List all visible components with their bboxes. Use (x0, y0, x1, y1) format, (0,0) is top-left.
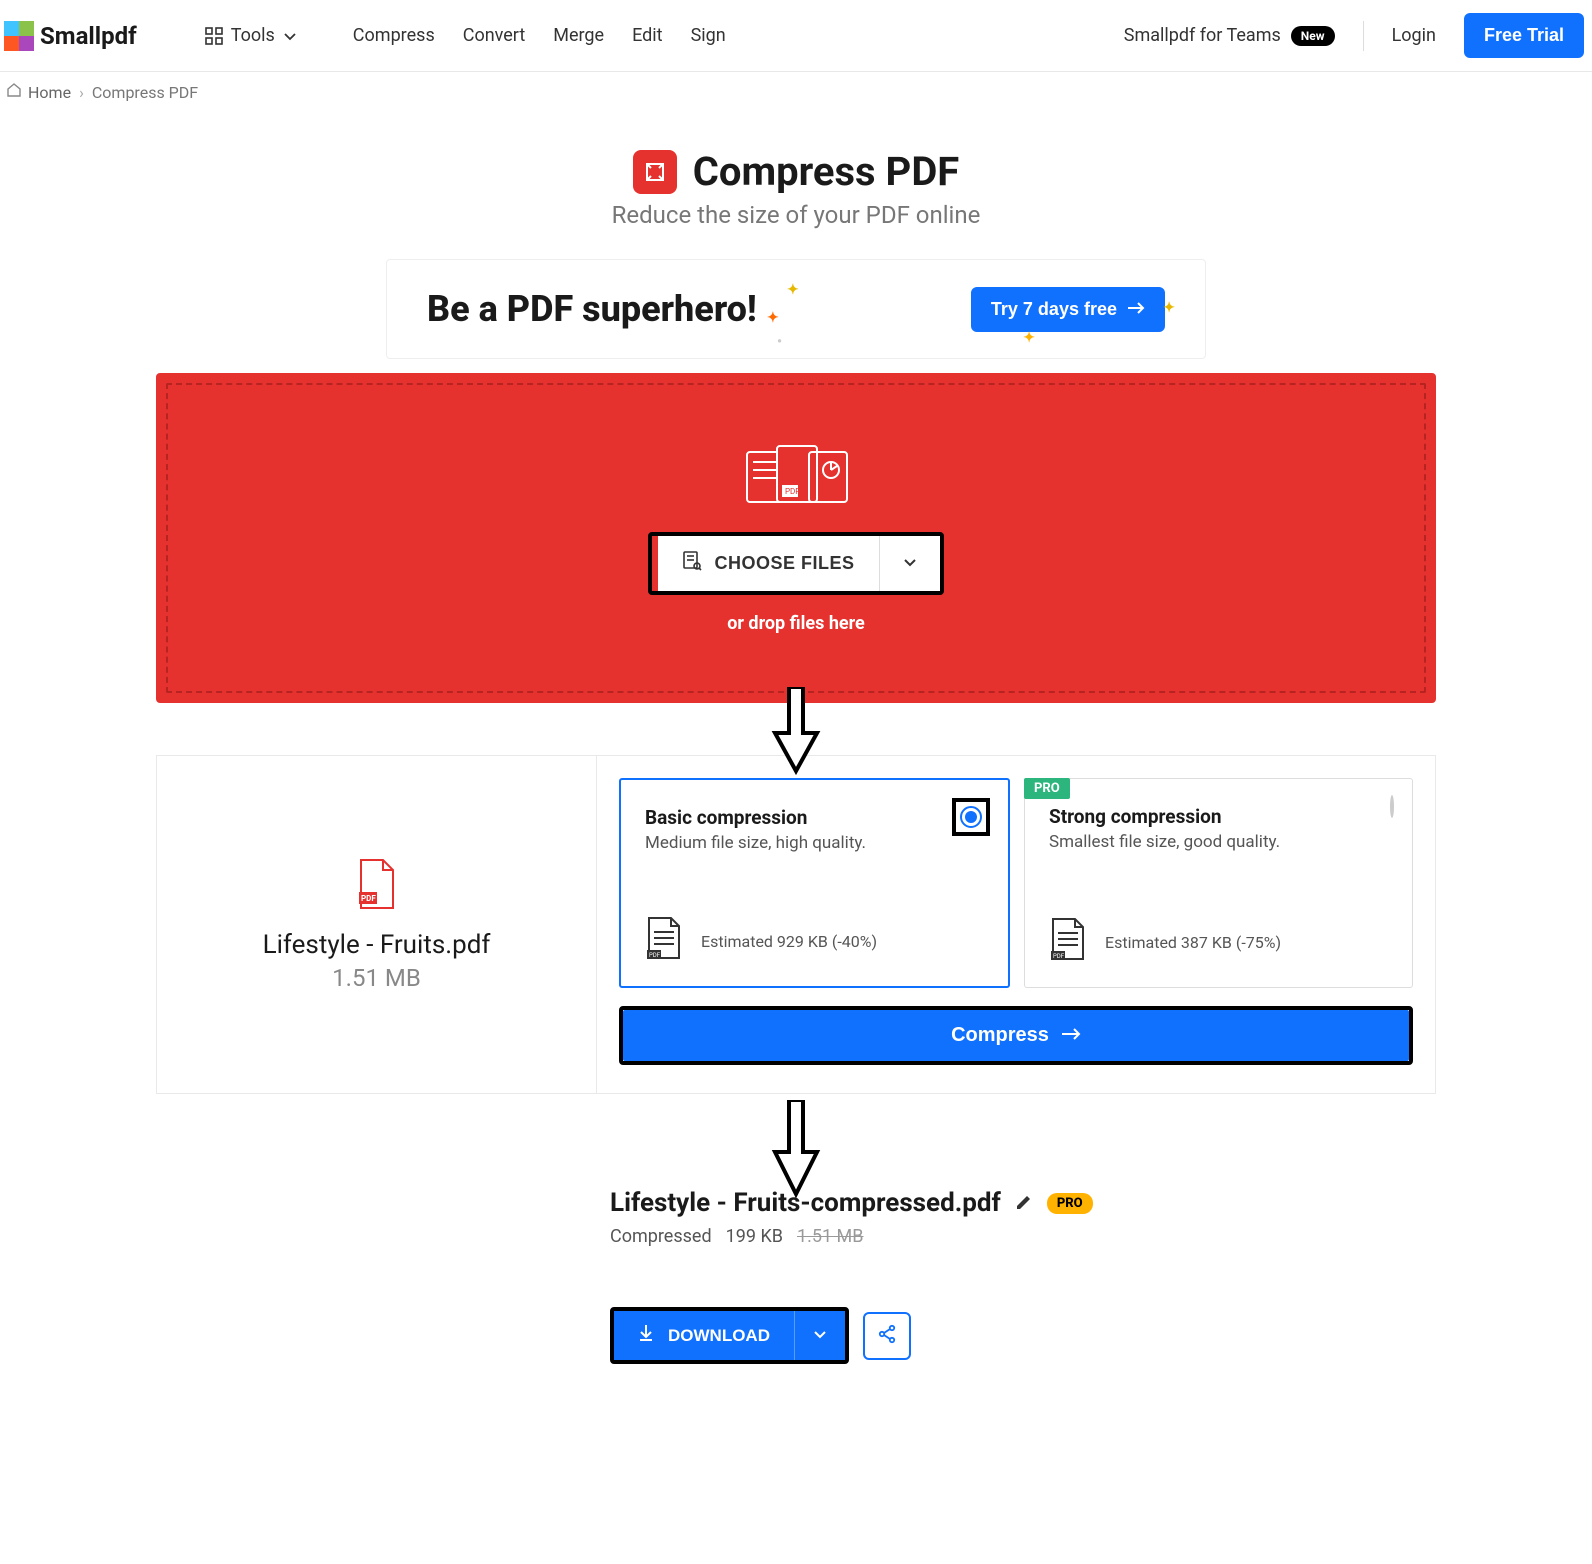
dropzone-inner: PDF CHOOSE FILES or drop files here (166, 383, 1426, 693)
choose-files-button[interactable]: CHOOSE FILES (652, 536, 879, 591)
header-actions: Smallpdf for Teams New Login Free Trial (1124, 13, 1584, 58)
grid-icon (205, 27, 223, 45)
option-basic-estimate: Estimated 929 KB (-40%) (701, 932, 877, 951)
primary-nav: Tools Compress Convert Merge Edit Sign (197, 19, 726, 52)
page-subtitle: Reduce the size of your PDF online (0, 201, 1592, 229)
result-filename: Lifestyle - Fruits-compressed.pdf (610, 1188, 1001, 1218)
breadcrumb-current: Compress PDF (92, 83, 198, 102)
app-header: Smallpdf Tools Compress Convert Merge Ed… (0, 0, 1592, 72)
home-icon (6, 82, 22, 102)
result-old-size: 1.51 MB (797, 1226, 864, 1247)
arrow-right-icon (1127, 299, 1145, 320)
result-new-size: 199 KB (726, 1226, 783, 1247)
nav-sign[interactable]: Sign (691, 25, 726, 46)
breadcrumb-home[interactable]: Home (6, 82, 71, 102)
download-button[interactable]: DOWNLOAD (614, 1311, 795, 1360)
compress-icon (633, 150, 677, 194)
option-basic-subtitle: Medium file size, high quality. (645, 833, 984, 853)
pencil-icon (1015, 1199, 1033, 1214)
svg-text:PDF: PDF (649, 952, 661, 959)
options-column: Basic compression Medium file size, high… (597, 756, 1435, 1093)
tools-menu[interactable]: Tools (197, 19, 305, 52)
teams-label: Smallpdf for Teams (1124, 25, 1281, 46)
dropzone-hint: or drop files here (727, 613, 865, 634)
brand-name: Smallpdf (40, 22, 137, 50)
download-icon (638, 1324, 654, 1347)
radio-basic[interactable] (952, 798, 990, 836)
result-status: Compressed (610, 1226, 712, 1247)
svg-text:PDF: PDF (785, 487, 800, 496)
radio-strong[interactable] (1390, 797, 1394, 816)
promo-banner: ✦ ✦ ✦ ✦ • Be a PDF superhero! Try 7 days… (386, 259, 1206, 359)
flow-arrow-1 (0, 687, 1592, 775)
doc-icon: PDF (645, 916, 683, 966)
upload-dropzone[interactable]: PDF CHOOSE FILES or drop files here (156, 373, 1436, 703)
tools-label: Tools (231, 25, 275, 46)
new-badge: New (1291, 26, 1335, 46)
logo-icon (4, 21, 34, 51)
result-meta: Compressed 199 KB 1.51 MB (610, 1226, 1100, 1247)
svg-text:PDF: PDF (361, 894, 376, 903)
nav-convert[interactable]: Convert (463, 25, 526, 46)
nav-edit[interactable]: Edit (632, 25, 662, 46)
brand-logo[interactable]: Smallpdf (4, 21, 137, 51)
promo-cta-label: Try 7 days free (991, 299, 1117, 320)
compress-button[interactable]: Compress (623, 1010, 1409, 1061)
option-basic[interactable]: Basic compression Medium file size, high… (619, 778, 1010, 988)
documents-icon: PDF (741, 442, 851, 514)
option-strong-title: Strong compression (1049, 805, 1388, 828)
doc-icon: PDF (1049, 917, 1087, 967)
pdf-icon: PDF (355, 858, 399, 912)
free-trial-button[interactable]: Free Trial (1464, 13, 1584, 58)
file-preview: PDF Lifestyle - Fruits.pdf 1.51 MB (157, 756, 597, 1093)
divider (1363, 21, 1364, 51)
nav-compress[interactable]: Compress (353, 25, 435, 46)
file-search-icon (682, 550, 702, 577)
flow-arrow-2 (0, 1100, 1592, 1198)
compress-button-wrap: Compress (619, 1006, 1413, 1065)
file-size: 1.51 MB (332, 964, 421, 992)
pro-pill: PRO (1047, 1193, 1093, 1214)
arrow-right-icon (1061, 1024, 1081, 1047)
teams-link[interactable]: Smallpdf for Teams New (1124, 25, 1335, 46)
choose-files-dropdown[interactable] (880, 536, 940, 591)
option-basic-title: Basic compression (645, 806, 984, 829)
svg-text:PDF: PDF (1053, 953, 1065, 960)
chevron-down-icon (813, 1327, 827, 1344)
chevron-down-icon (902, 554, 918, 573)
option-strong[interactable]: PRO Strong compression Smallest file siz… (1024, 778, 1413, 988)
choose-files-group: CHOOSE FILES (648, 532, 943, 595)
breadcrumb-home-label: Home (28, 83, 71, 102)
breadcrumb: Home › Compress PDF (0, 72, 1592, 112)
download-group: DOWNLOAD (610, 1307, 849, 1364)
option-strong-subtitle: Smallest file size, good quality. (1049, 832, 1388, 852)
option-strong-estimate: Estimated 387 KB (-75%) (1105, 933, 1281, 952)
choose-files-label: CHOOSE FILES (714, 553, 854, 574)
download-label: DOWNLOAD (668, 1326, 770, 1346)
promo-headline: Be a PDF superhero! (427, 288, 757, 330)
share-button[interactable] (863, 1312, 911, 1360)
nav-merge[interactable]: Merge (553, 25, 604, 46)
share-icon (877, 1324, 897, 1347)
breadcrumb-separator: › (79, 83, 84, 102)
download-dropdown[interactable] (795, 1311, 845, 1360)
promo-cta-button[interactable]: Try 7 days free (971, 287, 1165, 332)
rename-button[interactable] (1011, 1189, 1037, 1218)
file-name: Lifestyle - Fruits.pdf (263, 930, 491, 960)
compression-panel: PDF Lifestyle - Fruits.pdf 1.51 MB Basic… (156, 755, 1436, 1094)
page-title: Compress PDF (693, 148, 960, 195)
result-panel: Lifestyle - Fruits-compressed.pdf PRO Co… (600, 1188, 1100, 1364)
chevron-down-icon (283, 29, 297, 43)
pro-tag: PRO (1024, 778, 1070, 799)
page-header: Compress PDF Reduce the size of your PDF… (0, 148, 1592, 229)
login-link[interactable]: Login (1392, 25, 1436, 46)
compress-label: Compress (951, 1024, 1049, 1047)
